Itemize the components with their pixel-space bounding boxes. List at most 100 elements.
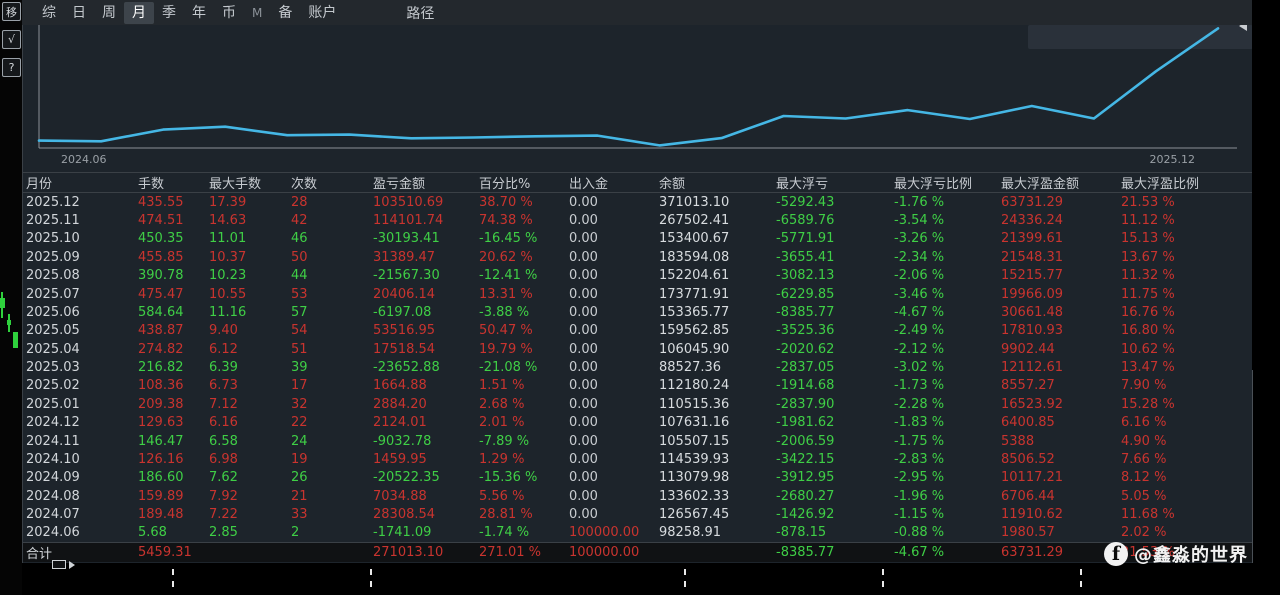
table-row[interactable]: 2025.11474.5114.6342114101.7474.38 %0.00… — [23, 211, 1252, 229]
table-cell: 103510.69 — [370, 195, 476, 210]
table-cell: 474.51 — [135, 213, 206, 228]
table-cell: 0.00 — [566, 434, 656, 449]
table-cell: 209.38 — [135, 397, 206, 412]
table-row[interactable]: 2024.10126.166.98191459.951.29 %0.001145… — [23, 450, 1252, 468]
menu-item-备[interactable]: 备 — [270, 2, 300, 24]
table-row[interactable]: 2025.01209.387.12322884.202.68 %0.001105… — [23, 395, 1252, 413]
table-row[interactable]: 2025.06584.6411.1657-6197.08-3.88 %0.001… — [23, 303, 1252, 321]
mini-scroll-icon[interactable] — [52, 560, 75, 569]
table-cell: 113079.98 — [656, 470, 773, 485]
table-row[interactable]: 2025.09455.8510.375031389.4720.62 %0.001… — [23, 248, 1252, 266]
column-header: 手数 — [135, 173, 206, 192]
table-cell: -21567.30 — [370, 268, 476, 283]
table-cell: 17810.93 — [998, 323, 1118, 338]
table-cell: 53516.95 — [370, 323, 476, 338]
table-cell: 6706.44 — [998, 489, 1118, 504]
table-cell: 63731.29 — [998, 545, 1118, 560]
table-cell: 0.00 — [566, 397, 656, 412]
menu-item-综[interactable]: 综 — [34, 2, 64, 24]
table-cell: -8385.77 — [773, 545, 891, 560]
table-cell: 10117.21 — [998, 470, 1118, 485]
table-cell: 5.68 — [135, 525, 206, 540]
table-cell: 2884.20 — [370, 397, 476, 412]
table-cell: 100000.00 — [566, 545, 656, 560]
table-cell: 108.36 — [135, 378, 206, 393]
table-cell: 17.39 — [206, 195, 288, 210]
menu-item-账户[interactable]: 账户 — [300, 2, 344, 24]
table-row[interactable]: 2024.08159.897.92217034.885.56 %0.001336… — [23, 487, 1252, 505]
table-cell: 32 — [288, 397, 370, 412]
table-cell: -3655.41 — [773, 250, 891, 265]
table-cell: 46 — [288, 231, 370, 246]
menu-item-年[interactable]: 年 — [184, 2, 214, 24]
table-cell: 50.47 % — [476, 323, 566, 338]
column-header: 百分比% — [476, 173, 566, 192]
column-header: 出入金 — [566, 173, 656, 192]
table-row[interactable]: 2025.05438.879.405453516.9550.47 %0.0015… — [23, 322, 1252, 340]
table-cell: 10.55 — [206, 287, 288, 302]
table-cell: 6.16 — [206, 415, 288, 430]
table-cell: 152204.61 — [656, 268, 773, 283]
table-cell: 271.01 % — [476, 545, 566, 560]
table-cell: 14.63 — [206, 213, 288, 228]
table-row[interactable]: 2025.12435.5517.3928103510.6938.70 %0.00… — [23, 193, 1252, 211]
table-cell: 153365.77 — [656, 305, 773, 320]
table-cell: 2025.09 — [23, 250, 135, 265]
x-tick-end: 2025.12 — [1150, 153, 1196, 166]
table-cell: -3422.15 — [773, 452, 891, 467]
facebook-icon: f — [1104, 542, 1128, 566]
table-cell: 53 — [288, 287, 370, 302]
path-menu-item[interactable]: 路径 — [406, 3, 434, 23]
table-cell: 114539.93 — [656, 452, 773, 467]
table-cell: 98258.91 — [656, 525, 773, 540]
menu-item-M[interactable]: M — [244, 2, 270, 24]
table-row[interactable]: 2024.12129.636.16222124.012.01 %0.001076… — [23, 414, 1252, 432]
menu-item-季[interactable]: 季 — [154, 2, 184, 24]
table-cell: -1741.09 — [370, 525, 476, 540]
table-cell: -3.02 % — [891, 360, 998, 375]
table-cell: 12112.61 — [998, 360, 1118, 375]
move-tool-button[interactable]: 移 — [2, 2, 21, 21]
table-cell: 267502.41 — [656, 213, 773, 228]
table-row[interactable]: 2025.08390.7810.2344-21567.30-12.41 %0.0… — [23, 267, 1252, 285]
table-cell: 0.00 — [566, 250, 656, 265]
menu-item-周[interactable]: 周 — [94, 2, 124, 24]
table-row[interactable]: 2024.07189.487.223328308.5428.81 %0.0012… — [23, 505, 1252, 523]
column-header: 次数 — [288, 173, 370, 192]
table-row[interactable]: 2024.065.682.852-1741.09-1.74 %100000.00… — [23, 524, 1252, 542]
table-cell: -878.15 — [773, 525, 891, 540]
table-cell: -1.96 % — [891, 489, 998, 504]
table-cell: 5.05 % — [1118, 489, 1252, 504]
table-row[interactable]: 2025.04274.826.125117518.5419.79 %0.0010… — [23, 340, 1252, 358]
table-cell: 4.90 % — [1118, 434, 1252, 449]
check-tool-button[interactable]: √ — [2, 30, 21, 49]
table-cell: -2006.59 — [773, 434, 891, 449]
table-row[interactable]: 2025.02108.366.73171664.881.51 %0.001121… — [23, 377, 1252, 395]
table-row[interactable]: 2024.09186.607.6226-20522.35-15.36 %0.00… — [23, 469, 1252, 487]
menu-item-月[interactable]: 月 — [124, 2, 154, 24]
table-cell: 11.16 — [206, 305, 288, 320]
table-cell: 126.16 — [135, 452, 206, 467]
table-cell: -2020.62 — [773, 342, 891, 357]
column-header: 最大浮亏 — [773, 173, 891, 192]
table-row[interactable]: 2025.03216.826.3939-23652.88-21.08 %0.00… — [23, 358, 1252, 376]
table-cell: -30193.41 — [370, 231, 476, 246]
table-row[interactable]: 2025.10450.3511.0146-30193.41-16.45 %0.0… — [23, 230, 1252, 248]
table-cell: 19966.09 — [998, 287, 1118, 302]
help-button[interactable]: ? — [2, 58, 21, 77]
table-cell: 390.78 — [135, 268, 206, 283]
menu-item-币[interactable]: 币 — [214, 2, 244, 24]
menu-item-日[interactable]: 日 — [64, 2, 94, 24]
table-cell: 1.51 % — [476, 378, 566, 393]
table-cell: 17518.54 — [370, 342, 476, 357]
table-cell: 16523.92 — [998, 397, 1118, 412]
table-header-row: 月份手数最大手数次数盈亏金额百分比%出入金余额最大浮亏最大浮亏比例最大浮盈金额最… — [23, 172, 1252, 193]
table-cell: -5771.91 — [773, 231, 891, 246]
table-cell: -6589.76 — [773, 213, 891, 228]
table-row[interactable]: 2025.07475.4710.555320406.1413.31 %0.001… — [23, 285, 1252, 303]
table-cell: 153400.67 — [656, 231, 773, 246]
table-cell: -3.46 % — [891, 287, 998, 302]
table-cell: 450.35 — [135, 231, 206, 246]
table-cell: 6.12 — [206, 342, 288, 357]
table-row[interactable]: 2024.11146.476.5824-9032.78-7.89 %0.0010… — [23, 432, 1252, 450]
